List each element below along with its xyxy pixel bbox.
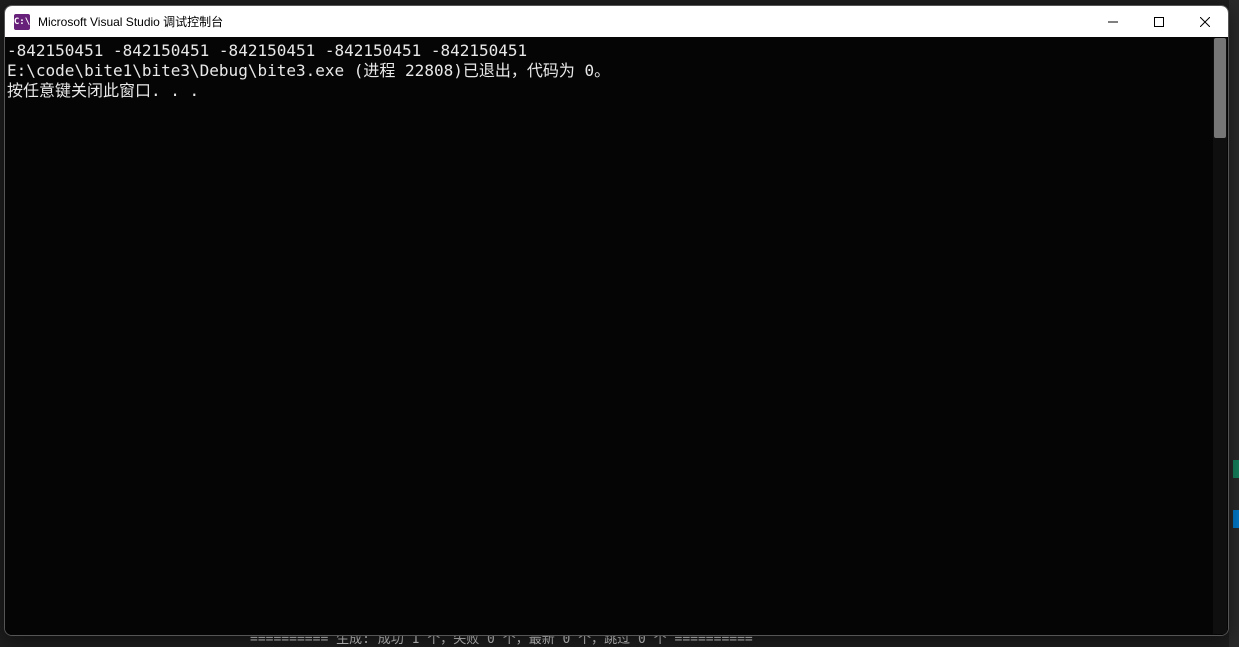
console-body[interactable]: -842150451 -842150451 -842150451 -842150… — [5, 37, 1228, 635]
console-line: 按任意键关闭此窗口. . . — [7, 81, 199, 100]
titlebar[interactable]: C:\ Microsoft Visual Studio 调试控制台 — [5, 6, 1228, 37]
close-button[interactable] — [1182, 6, 1228, 37]
maximize-button[interactable] — [1136, 6, 1182, 37]
console-line: -842150451 -842150451 -842150451 -842150… — [7, 41, 527, 60]
console-scrollbar-thumb[interactable] — [1214, 38, 1226, 138]
bg-accent-green — [1233, 460, 1239, 478]
console-output: -842150451 -842150451 -842150451 -842150… — [5, 37, 1228, 101]
console-line: E:\code\bite1\bite3\Debug\bite3.exe (进程 … — [7, 61, 610, 80]
background-scrollbar[interactable] — [1229, 0, 1239, 647]
close-icon — [1200, 17, 1210, 27]
bg-accent-blue — [1233, 510, 1239, 528]
window-controls — [1090, 6, 1228, 37]
minimize-button[interactable] — [1090, 6, 1136, 37]
minimize-icon — [1108, 17, 1118, 27]
console-scrollbar[interactable] — [1213, 38, 1227, 634]
maximize-icon — [1154, 17, 1164, 27]
window-title: Microsoft Visual Studio 调试控制台 — [38, 13, 1090, 30]
app-icon: C:\ — [14, 14, 30, 30]
console-window: C:\ Microsoft Visual Studio 调试控制台 -8 — [4, 5, 1229, 636]
